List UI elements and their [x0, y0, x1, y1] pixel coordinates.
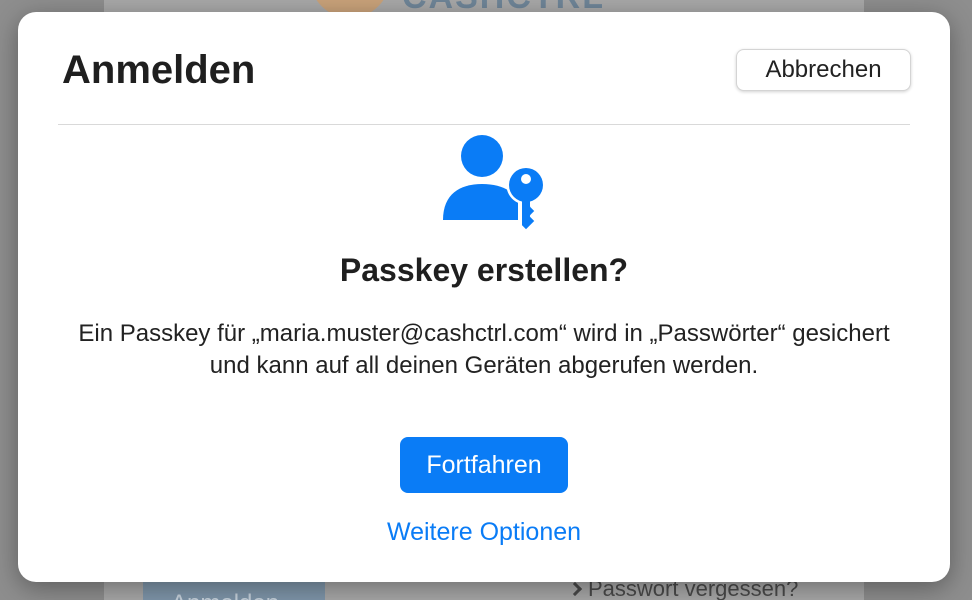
dialog-title: Anmelden — [62, 48, 256, 92]
person-key-icon — [443, 135, 546, 234]
dialog-description: Ein Passkey für „maria.muster@cashctrl.c… — [78, 320, 890, 379]
passkey-dialog: Anmelden Abbrechen Passkey erstellen? Ei… — [18, 12, 950, 582]
background-login-button: Anmelden — [143, 582, 325, 600]
divider — [58, 124, 910, 125]
dialog-heading: Passkey erstellen? — [339, 252, 629, 288]
more-options-link[interactable]: Weitere Optionen — [18, 518, 950, 547]
chevron-right-icon — [567, 581, 583, 597]
continue-button[interactable]: Fortfahren — [400, 437, 568, 493]
cancel-button[interactable]: Abbrechen — [736, 49, 911, 91]
